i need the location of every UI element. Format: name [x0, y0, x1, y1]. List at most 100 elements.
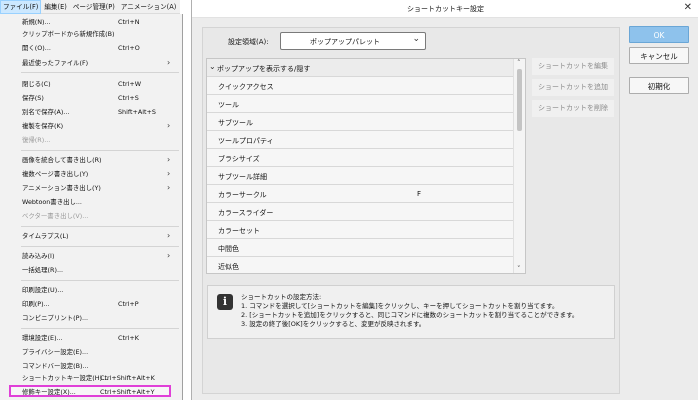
- tree-scrollbar[interactable]: ˄ ˅: [513, 59, 525, 273]
- submenu-arrow-icon: ›: [167, 121, 171, 130]
- menu-item-export-vector[interactable]: ベクター書き出し(V)...: [0, 210, 183, 222]
- menu-item-privacy-settings[interactable]: プライバシー設定(E)...: [0, 346, 183, 358]
- tree-row[interactable]: サブツール: [207, 113, 513, 131]
- menu-item-shortcut: Ctrl+Shift+Alt+Y: [100, 388, 155, 396]
- menu-item-export-webtoon[interactable]: Webtoon書き出し...: [0, 196, 183, 208]
- menu-edit[interactable]: 編集(E): [41, 0, 70, 14]
- tree-row-name: ツールプロパティ: [218, 137, 274, 145]
- tree-row-name: カラーサークル: [218, 191, 267, 199]
- menu-item-label: ショートカットキー設定(H)...: [22, 374, 109, 382]
- menu-item-shortcut: Ctrl+S: [118, 94, 139, 102]
- tree-row-name: 近似色: [218, 263, 239, 271]
- menu-page-management[interactable]: ページ管理(P): [70, 0, 118, 14]
- submenu-arrow-icon: ›: [167, 251, 171, 260]
- tree-row-name: クイックアクセス: [218, 83, 274, 91]
- menu-item-save-duplicate[interactable]: 複製を保存(K) ›: [0, 120, 183, 132]
- menu-item-shortcut: Ctrl+N: [118, 18, 140, 26]
- menu-item-open[interactable]: 開く(O)... Ctrl+O: [0, 42, 183, 54]
- menu-animation[interactable]: アニメーション(A): [118, 0, 180, 14]
- menu-item-label: 読み込み(I): [22, 252, 55, 260]
- menu-item-save[interactable]: 保存(S) Ctrl+S: [0, 92, 183, 104]
- menu-item-export-flattened[interactable]: 画像を統合して書き出し(R) ›: [0, 154, 183, 166]
- menu-item-convenience-print[interactable]: コンビニプリント(P)...: [0, 312, 183, 324]
- menu-item-label: アニメーション書き出し(Y): [22, 184, 101, 192]
- tree-row[interactable]: 近似色: [207, 257, 513, 273]
- tree-row[interactable]: ツール: [207, 95, 513, 113]
- menu-item-batch-process[interactable]: 一括処理(R)...: [0, 264, 183, 276]
- menu-item-label: 別名で保存(A)...: [22, 108, 70, 116]
- settings-area-select[interactable]: ポップアップパレット ⌄: [280, 32, 426, 50]
- menu-item-shortcut: Ctrl+W: [118, 80, 142, 88]
- delete-shortcut-button[interactable]: ショートカットを削除: [532, 100, 614, 117]
- menubar: ファイル(F) 編集(E) ページ管理(P) アニメーション(A): [0, 0, 180, 14]
- chevron-down-icon[interactable]: ⌄: [209, 62, 216, 71]
- tree-row[interactable]: カラースライダー: [207, 203, 513, 221]
- tree-row-name: サブツール: [218, 119, 253, 127]
- menu-item-recent-files[interactable]: 最近使ったファイル(F) ›: [0, 57, 183, 69]
- menu-item-label: 新規(N)...: [22, 18, 51, 26]
- menu-item-print-settings[interactable]: 印刷設定(U)...: [0, 284, 183, 296]
- dialog-titlebar[interactable]: ショートカットキー設定 ✕: [192, 0, 698, 18]
- menu-item-export-multiple-pages[interactable]: 複数ページ書き出し(Y) ›: [0, 168, 183, 180]
- tree-row-key: F: [417, 190, 422, 198]
- submenu-arrow-icon: ›: [167, 183, 171, 192]
- menu-item-save-as[interactable]: 別名で保存(A)... Shift+Alt+S: [0, 106, 183, 118]
- menu-item-label: 画像を統合して書き出し(R): [22, 156, 102, 164]
- menu-item-close[interactable]: 閉じる(C) Ctrl+W: [0, 78, 183, 90]
- menu-item-command-bar-settings[interactable]: コマンドバー設定(B)...: [0, 360, 183, 372]
- settings-area-label: 設定領域(A):: [228, 38, 269, 46]
- menu-item-label: 復帰(R)...: [22, 136, 51, 144]
- tree-row[interactable]: カラーサークル F: [207, 185, 513, 203]
- close-icon[interactable]: ✕: [684, 2, 692, 13]
- command-tree-list[interactable]: ⌄ ポップアップを表示する/隠す クイックアクセス ツール サブツール ツールプ…: [206, 58, 526, 274]
- menu-item-import[interactable]: 読み込み(I) ›: [0, 250, 183, 262]
- menu-item-label: 複製を保存(K): [22, 122, 64, 130]
- tree-row[interactable]: サブツール詳細: [207, 167, 513, 185]
- menu-item-label: 閉じる(C): [22, 80, 51, 88]
- tree-group-row[interactable]: ⌄ ポップアップを表示する/隠す: [207, 59, 513, 77]
- tree-row[interactable]: ブラシサイズ: [207, 149, 513, 167]
- menu-item-print[interactable]: 印刷(P)... Ctrl+P: [0, 298, 183, 310]
- menu-item-label: プライバシー設定(E)...: [22, 348, 89, 356]
- scrollbar-thumb[interactable]: [517, 69, 522, 131]
- chevron-up-icon[interactable]: ˄: [517, 59, 521, 67]
- menu-item-shortcut-settings[interactable]: ショートカットキー設定(H)... Ctrl+Shift+Alt+K: [0, 372, 183, 384]
- cancel-button[interactable]: キャンセル: [629, 47, 689, 64]
- menu-item-new[interactable]: 新規(N)... Ctrl+N: [0, 16, 183, 28]
- tree-row[interactable]: ツールプロパティ: [207, 131, 513, 149]
- menu-item-export-animation[interactable]: アニメーション書き出し(Y) ›: [0, 182, 183, 194]
- menu-item-timelapse[interactable]: タイムラプス(L) ›: [0, 230, 183, 242]
- tree-row-name: カラースライダー: [218, 209, 274, 217]
- ok-button[interactable]: OK: [629, 26, 689, 43]
- menu-item-new-from-clipboard[interactable]: クリップボードから新規作成(B): [0, 28, 183, 40]
- edit-shortcut-button[interactable]: ショートカットを編集: [532, 58, 614, 75]
- menu-item-label: 開く(O)...: [22, 44, 51, 52]
- menu-item-shortcut: Ctrl+Shift+Alt+K: [100, 374, 155, 382]
- dialog-title: ショートカットキー設定: [407, 5, 484, 13]
- tree-row-name: ツール: [218, 101, 239, 109]
- menu-item-modifier-key-settings[interactable]: 修飾キー設定(X)... Ctrl+Shift+Alt+Y: [0, 386, 183, 398]
- menu-separator: [21, 280, 179, 281]
- menu-file[interactable]: ファイル(F): [0, 0, 42, 14]
- shortcut-settings-dialog: ショートカットキー設定 ✕ 設定領域(A): ポップアップパレット ⌄ ⌄ ポッ…: [191, 0, 698, 400]
- chevron-down-icon: ⌄: [412, 34, 420, 44]
- chevron-down-icon[interactable]: ˅: [517, 265, 521, 273]
- menu-item-revert[interactable]: 復帰(R)...: [0, 134, 183, 146]
- menu-separator: [21, 226, 179, 227]
- add-shortcut-button[interactable]: ショートカットを追加: [532, 79, 614, 96]
- menu-item-shortcut: Ctrl+O: [118, 44, 140, 52]
- instructions-line: 3. 設定の終了後[OK]をクリックすると、変更が反映されます。: [241, 320, 426, 328]
- reset-button[interactable]: 初期化: [629, 77, 689, 94]
- tree-row-name: ポップアップを表示する/隠す: [217, 65, 311, 73]
- menu-item-shortcut: Ctrl+P: [118, 300, 139, 308]
- tree-row[interactable]: クイックアクセス: [207, 77, 513, 95]
- menu-item-label: ベクター書き出し(V)...: [22, 212, 89, 220]
- menu-separator: [21, 150, 179, 151]
- menu-item-label: Webtoon書き出し...: [22, 198, 82, 206]
- submenu-arrow-icon: ›: [167, 58, 171, 67]
- tree-row[interactable]: カラーセット: [207, 221, 513, 239]
- menu-item-label: 複数ページ書き出し(Y): [22, 170, 89, 178]
- menu-item-label: クリップボードから新規作成(B): [22, 30, 115, 38]
- tree-row[interactable]: 中間色: [207, 239, 513, 257]
- menu-item-preferences[interactable]: 環境設定(E)... Ctrl+K: [0, 332, 183, 344]
